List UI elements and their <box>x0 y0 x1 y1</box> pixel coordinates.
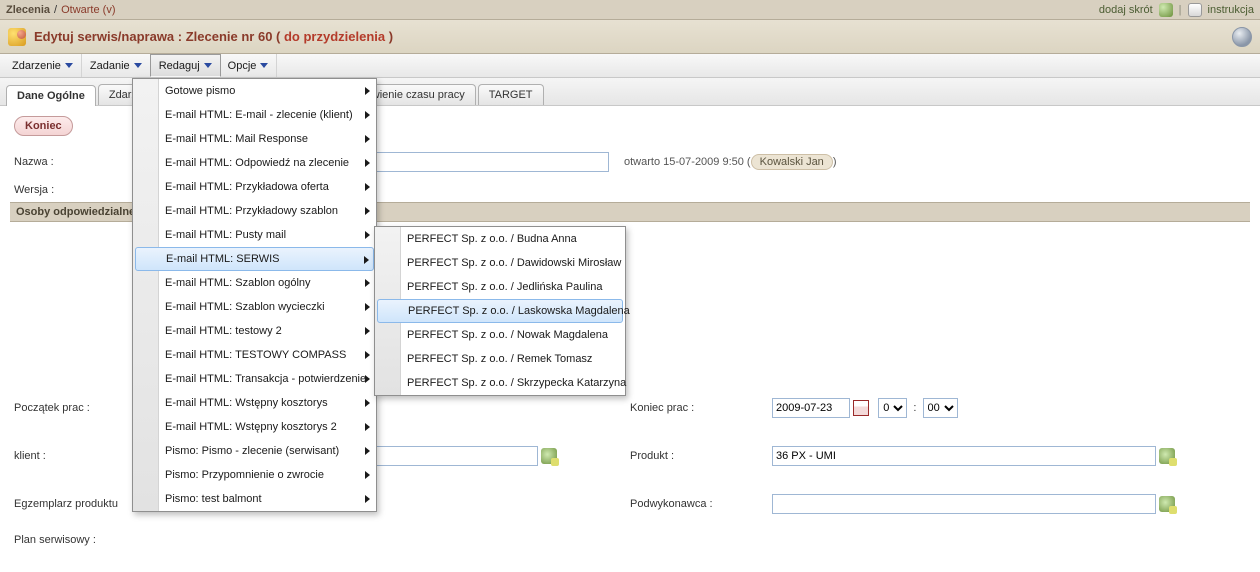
chevron-down-icon <box>204 63 212 68</box>
koniec-hour-select[interactable]: 0 <box>878 398 907 418</box>
chevron-right-icon <box>365 135 370 143</box>
menu-zdarzenie[interactable]: Zdarzenie <box>4 54 82 77</box>
menu-item[interactable]: Gotowe pismo <box>133 79 376 103</box>
label-produkt: Produkt : <box>626 440 766 472</box>
instruction-icon[interactable] <box>1188 3 1202 17</box>
chevron-right-icon <box>365 231 370 239</box>
label-egzemplarz: Egzemplarz produktu <box>10 480 150 528</box>
menu-item[interactable]: E-mail HTML: Transakcja - potwierdzenie <box>133 367 376 391</box>
breadcrumb-root: Zlecenia <box>6 4 50 16</box>
podwykonawca-input[interactable] <box>772 494 1156 514</box>
chevron-right-icon <box>365 303 370 311</box>
edit-icon <box>8 28 26 46</box>
breadcrumb-current[interactable]: Otwarte (v) <box>61 4 115 16</box>
globe-icon[interactable] <box>1232 27 1252 47</box>
chevron-right-icon <box>365 87 370 95</box>
add-shortcut-link[interactable]: dodaj skrót <box>1099 4 1153 16</box>
chevron-down-icon <box>260 63 268 68</box>
submenu-item[interactable]: PERFECT Sp. z o.o. / Nowak Magdalena <box>375 323 625 347</box>
tab-dane-ogolne[interactable]: Dane Ogólne <box>6 85 96 106</box>
serwis-submenu: PERFECT Sp. z o.o. / Budna Anna PERFECT … <box>374 226 626 396</box>
menu-zadanie[interactable]: Zadanie <box>82 54 151 77</box>
picker-icon[interactable] <box>1159 496 1175 512</box>
breadcrumb-sep: / <box>54 4 57 16</box>
tab-zestawienie-czasu[interactable]: wienie czasu pracy <box>361 84 476 105</box>
page-title: Edytuj serwis/naprawa : Zlecenie nr 60 (… <box>34 29 393 44</box>
shortcut-icon[interactable] <box>1159 3 1173 17</box>
menu-item[interactable]: E-mail HTML: E-mail - zlecenie (klient) <box>133 103 376 127</box>
submenu-item[interactable]: PERFECT Sp. z o.o. / Remek Tomasz <box>375 347 625 371</box>
menu-item[interactable]: E-mail HTML: Szablon wycieczki <box>133 295 376 319</box>
chevron-right-icon <box>365 183 370 191</box>
label-poczatek: Początek prac : <box>10 384 150 432</box>
menu-item[interactable]: E-mail HTML: Pusty mail <box>133 223 376 247</box>
chevron-right-icon <box>365 351 370 359</box>
picker-icon[interactable] <box>1159 448 1175 464</box>
chevron-right-icon <box>365 399 370 407</box>
produkt-input[interactable] <box>772 446 1156 466</box>
chevron-right-icon <box>365 495 370 503</box>
menu-item[interactable]: E-mail HTML: Wstępny kosztorys <box>133 391 376 415</box>
koniec-button[interactable]: Koniec <box>14 116 73 136</box>
koniec-min-select[interactable]: 00 <box>923 398 958 418</box>
tab-target[interactable]: TARGET <box>478 84 544 105</box>
time-separator: : <box>913 402 916 414</box>
label-koniec-prac: Koniec prac : <box>626 392 766 424</box>
breadcrumb-bar: Zlecenia / Otwarte (v) dodaj skrót | ins… <box>0 0 1260 20</box>
menu-item[interactable]: E-mail HTML: Przykładowy szablon <box>133 199 376 223</box>
menu-item[interactable]: E-mail HTML: Przykładowa oferta <box>133 175 376 199</box>
menu-item[interactable]: Pismo: Pismo - zlecenie (serwisant) <box>133 439 376 463</box>
submenu-item[interactable]: PERFECT Sp. z o.o. / Laskowska Magdalena <box>377 299 623 323</box>
label-podwykonawca: Podwykonawca : <box>626 488 766 520</box>
menu-item[interactable]: E-mail HTML: Szablon ogólny <box>133 271 376 295</box>
menu-item[interactable]: Pismo: test balmont <box>133 487 376 511</box>
menu-item[interactable]: E-mail HTML: Mail Response <box>133 127 376 151</box>
koniec-date-input[interactable] <box>772 398 850 418</box>
submenu-item[interactable]: PERFECT Sp. z o.o. / Dawidowski Mirosław <box>375 251 625 275</box>
chevron-down-icon <box>134 63 142 68</box>
opened-by-badge: Kowalski Jan <box>751 154 833 170</box>
chevron-right-icon <box>365 423 370 431</box>
chevron-down-icon <box>65 63 73 68</box>
menu-item[interactable]: Pismo: Przypomnienie o zwrocie <box>133 463 376 487</box>
label-wersja: Wersja : <box>10 178 150 202</box>
chevron-right-icon <box>365 327 370 335</box>
menu-item[interactable]: E-mail HTML: Odpowiedź na zlecenie <box>133 151 376 175</box>
menu-bar: Zdarzenie Zadanie Redaguj Opcje <box>0 54 1260 78</box>
label-nazwa: Nazwa : <box>10 146 150 178</box>
opened-info: otwarto 15-07-2009 9:50 (Kowalski Jan) <box>620 146 1250 178</box>
title-bar: Edytuj serwis/naprawa : Zlecenie nr 60 (… <box>0 20 1260 54</box>
submenu-item[interactable]: PERFECT Sp. z o.o. / Skrzypecka Katarzyn… <box>375 371 625 395</box>
menu-opcje[interactable]: Opcje <box>220 54 278 77</box>
menu-item-serwis[interactable]: E-mail HTML: SERWIS <box>135 247 374 271</box>
redaguj-dropdown: Gotowe pismo E-mail HTML: E-mail - zlece… <box>132 78 377 512</box>
chevron-right-icon <box>365 207 370 215</box>
chevron-right-icon <box>365 375 370 383</box>
picker-icon[interactable] <box>541 448 557 464</box>
chevron-right-icon <box>365 447 370 455</box>
chevron-right-icon <box>365 471 370 479</box>
calendar-icon[interactable] <box>853 400 869 416</box>
chevron-right-icon <box>365 279 370 287</box>
instruction-link[interactable]: instrukcja <box>1208 4 1254 16</box>
menu-redaguj[interactable]: Redaguj <box>150 54 221 77</box>
chevron-right-icon <box>364 256 369 264</box>
menu-item[interactable]: E-mail HTML: Wstępny kosztorys 2 <box>133 415 376 439</box>
chevron-right-icon <box>365 111 370 119</box>
chevron-right-icon <box>365 159 370 167</box>
menu-item[interactable]: E-mail HTML: TESTOWY COMPASS <box>133 343 376 367</box>
submenu-item[interactable]: PERFECT Sp. z o.o. / Jedlińska Paulina <box>375 275 625 299</box>
menu-item[interactable]: E-mail HTML: testowy 2 <box>133 319 376 343</box>
label-klient: klient : <box>10 432 150 480</box>
submenu-item[interactable]: PERFECT Sp. z o.o. / Budna Anna <box>375 227 625 251</box>
